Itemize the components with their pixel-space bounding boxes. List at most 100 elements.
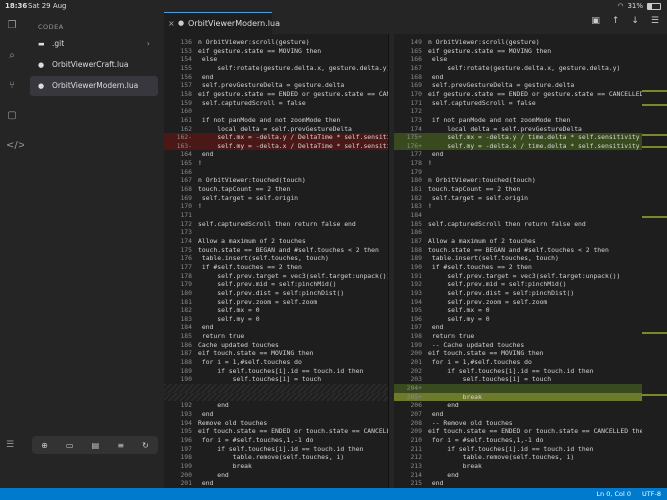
code-line[interactable] [164,392,388,402]
code-line[interactable]: 136 n OrbitViewer:scroll(gesture) [164,38,388,47]
code-line[interactable]: 166 [164,168,388,177]
code-line[interactable]: 153 eif gesture.state == MOVING then [164,47,388,56]
code-line[interactable]: 175+ self.mx = -delta.y / time.delta * s… [394,133,642,142]
code-line[interactable]: 193 end [164,410,388,419]
code-line[interactable]: 186 Cache updated touches [164,341,388,350]
code-line[interactable]: 197 end [394,323,642,332]
close-icon[interactable]: × [168,13,175,34]
code-line[interactable]: 192 end [164,401,388,410]
code-line[interactable]: 208 -- Remove old touches [394,419,642,428]
code-line[interactable]: 189 table.insert(self.touches, touch) [394,254,642,263]
code-line[interactable]: 187 eif touch.state == MOVING then [164,349,388,358]
new-folder-icon[interactable]: ▭ [66,441,74,450]
code-line[interactable]: 169 self.prevGestureDelta = gesture.delt… [394,81,642,90]
code-line[interactable]: 173 if not panMode and not zoomMode then [394,116,642,125]
code-line[interactable]: 174 Allow a maximum of 2 touches [164,237,388,246]
code-line[interactable]: 164 end [164,150,388,159]
code-line[interactable]: 196 for i = #self.touches,1,-1 do [164,436,388,445]
code-line[interactable]: 172 self.capturedScroll then return false… [164,220,388,229]
code-line[interactable]: 188 for i = 1,#self.touches do [164,358,388,367]
code-line[interactable]: 157 self.prevGestureDelta = gesture.delt… [164,81,388,90]
code-line[interactable]: 196 self.my = 0 [394,315,642,324]
code-line[interactable]: 160 [164,107,388,116]
code-line[interactable]: 197 if self.touches[i].id == touch.id th… [164,445,388,454]
code-line[interactable]: 195 self.mx = 0 [394,306,642,315]
code-line[interactable]: 171 self.capturedScroll = false [394,99,642,108]
arrow-up-icon[interactable]: ↑ [612,16,620,26]
code-line[interactable]: 178 self.prev.target = vec3(self.target:… [164,272,388,281]
file-encoding[interactable]: UTF-8 [642,488,661,500]
code-line[interactable]: 212 table.remove(self.touches, i) [394,453,642,462]
code-line[interactable]: 179 self.prev.mid = self:pinchMid() [164,280,388,289]
code-line[interactable]: 182 self.mx = 0 [164,306,388,315]
code-line[interactable]: 179 [394,168,642,177]
code-line[interactable]: 170 eif gesture.state == ENDED or gesture… [394,90,642,99]
code-line[interactable]: 171 [164,211,388,220]
code-line[interactable]: 200 eif touch.state == MOVING then [394,349,642,358]
tab-orbitviewermodern[interactable]: × ● OrbitViewerModern.lua [164,12,280,35]
code-line[interactable]: 162- self.mx = -delta.y / DeltaTime * se… [164,133,388,142]
code-line[interactable]: 211 if self.touches[i].id == touch.id th… [394,445,642,454]
code-line[interactable]: 175 touch.state == BEGAN and #self.touche… [164,246,388,255]
open-folder-icon[interactable]: ▤ [92,441,100,450]
code-icon[interactable]: </> [6,140,26,152]
code-line[interactable]: 183 self.my = 0 [164,315,388,324]
code-line[interactable]: 184 end [164,323,388,332]
code-line[interactable]: 194 Remove old touches [164,419,388,428]
hamburger-icon[interactable]: ☰ [651,16,659,26]
code-line[interactable]: 185 return true [164,332,388,341]
code-line[interactable]: 169 self.target = self.origin [164,194,388,203]
settings-icon[interactable]: ☰ [6,440,14,450]
new-file-icon[interactable]: ⊕ [41,441,48,450]
code-line[interactable]: 154 else [164,55,388,64]
cursor-position[interactable]: Ln 0, Col 0 [596,488,631,500]
code-line[interactable]: 190 if #self.touches == 2 then [394,263,642,272]
search-icon[interactable]: ⌕ [6,50,18,62]
code-line[interactable]: 204+ [394,384,642,393]
code-line[interactable]: 203 self.touches[i] = touch [394,375,642,384]
code-line[interactable]: 172 [394,107,642,116]
source-control-icon[interactable]: ⑂ [6,80,18,92]
code-line[interactable]: 200 end [164,471,388,480]
code-line[interactable]: 168 touch.tapCount == 2 then [164,185,388,194]
code-line[interactable]: 198 return true [394,332,642,341]
code-line[interactable]: 194 self.prev.zoom = self.zoom [394,298,642,307]
tree-item-orbitviewermodern[interactable]: ● OrbitViewerModern.lua [30,76,158,96]
code-line[interactable]: 182 self.target = self.origin [394,194,642,203]
code-line[interactable]: 166 else [394,55,642,64]
code-line[interactable]: 185 self.capturedScroll then return false… [394,220,642,229]
code-line[interactable]: 192 self.prev.mid = self:pinchMid() [394,280,642,289]
code-line[interactable]: 176 table.insert(self.touches, touch) [164,254,388,263]
arrow-down-icon[interactable]: ↓ [631,16,639,26]
code-line[interactable]: 201 end [164,479,388,488]
code-line[interactable]: 174 local delta = self.prevGestureDelta [394,125,642,134]
code-line[interactable]: 176+ self.my = -delta.x / time.delta * s… [394,141,642,151]
code-line[interactable]: 170! [164,202,388,211]
refresh-icon[interactable]: ↻ [142,441,149,450]
code-line[interactable] [164,384,388,393]
tree-item-git-folder[interactable]: ▬ .git › [30,34,158,54]
code-line[interactable]: 205+ break [394,392,642,402]
code-line[interactable]: 214 end [394,471,642,480]
diff-right-pane[interactable]: 149 n OrbitViewer:scroll(gesture) 165 eif g… [394,34,642,488]
code-line[interactable]: 181 self.prev.zoom = self.zoom [164,298,388,307]
code-line[interactable]: 159 self.capturedScroll = false [164,99,388,108]
code-line[interactable]: 158 eif gesture.state == ENDED or gesture… [164,90,388,99]
code-line[interactable]: 202 if self.touches[i].id == touch.id th… [394,367,642,376]
code-line[interactable]: 165! [164,159,388,168]
code-line[interactable]: 193 self.prev.dist = self:pinchDist() [394,289,642,298]
code-line[interactable]: 156 end [164,73,388,82]
code-line[interactable]: 201 for i = 1,#self.touches do [394,358,642,367]
code-line[interactable]: 167 self:rotate(gesture.delta.x, gesture… [394,64,642,73]
code-line[interactable]: 190 self.touches[i] = touch [164,375,388,384]
code-line[interactable]: 178! [394,159,642,168]
code-line[interactable]: 187 Allow a maximum of 2 touches [394,237,642,246]
code-line[interactable]: 215 end [394,479,642,488]
code-line[interactable]: 199 break [164,462,388,471]
code-line[interactable]: 180 self.prev.dist = self:pinchDist() [164,289,388,298]
code-line[interactable]: 177 end [394,150,642,159]
code-line[interactable]: 167 n OrbitViewer:touched(touch) [164,176,388,185]
code-line[interactable]: 198 table.remove(self.touches, i) [164,453,388,462]
run-debug-icon[interactable]: ▢ [6,110,18,122]
code-line[interactable]: 177 if #self.touches == 2 then [164,263,388,272]
